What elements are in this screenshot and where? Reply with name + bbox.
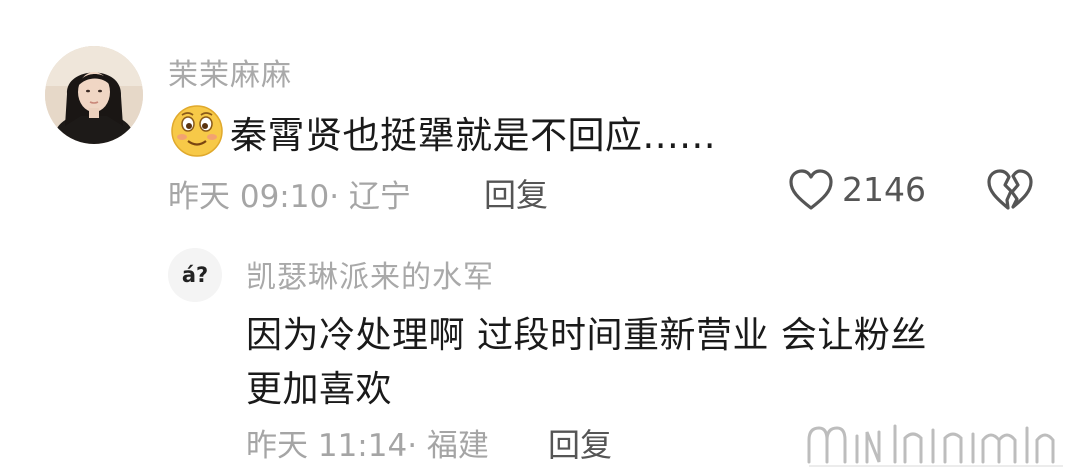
reply-text-line1: 因为冷处理啊 过段时间重新营业 会让粉丝	[246, 315, 927, 356]
comment-text: 秦霄贤也挺犟就是不回应......	[230, 114, 717, 157]
reply-avatar[interactable]: á?	[168, 248, 222, 302]
broken-heart-icon[interactable]	[986, 167, 1034, 213]
reply-reply-button[interactable]: 回复	[548, 420, 612, 466]
like-count: 2146	[842, 170, 926, 209]
heart-outline-icon[interactable]	[788, 168, 834, 212]
comment-time-location: 昨天 09:10· 辽宁	[168, 179, 411, 215]
watermark-logo	[805, 418, 1067, 468]
avatar[interactable]	[45, 46, 143, 144]
reply-avatar-text: á?	[181, 263, 209, 287]
reply-text-line2: 更加喜欢	[246, 369, 393, 410]
smiley-blush-emoji-icon	[170, 104, 224, 158]
reply-button[interactable]: 回复	[484, 170, 548, 216]
reply-time-location: 昨天 11:14· 福建	[246, 428, 489, 464]
comment-username[interactable]: 茉茉麻麻	[168, 50, 292, 94]
reply-username[interactable]: 凯瑟琳派来的水军	[246, 252, 494, 296]
